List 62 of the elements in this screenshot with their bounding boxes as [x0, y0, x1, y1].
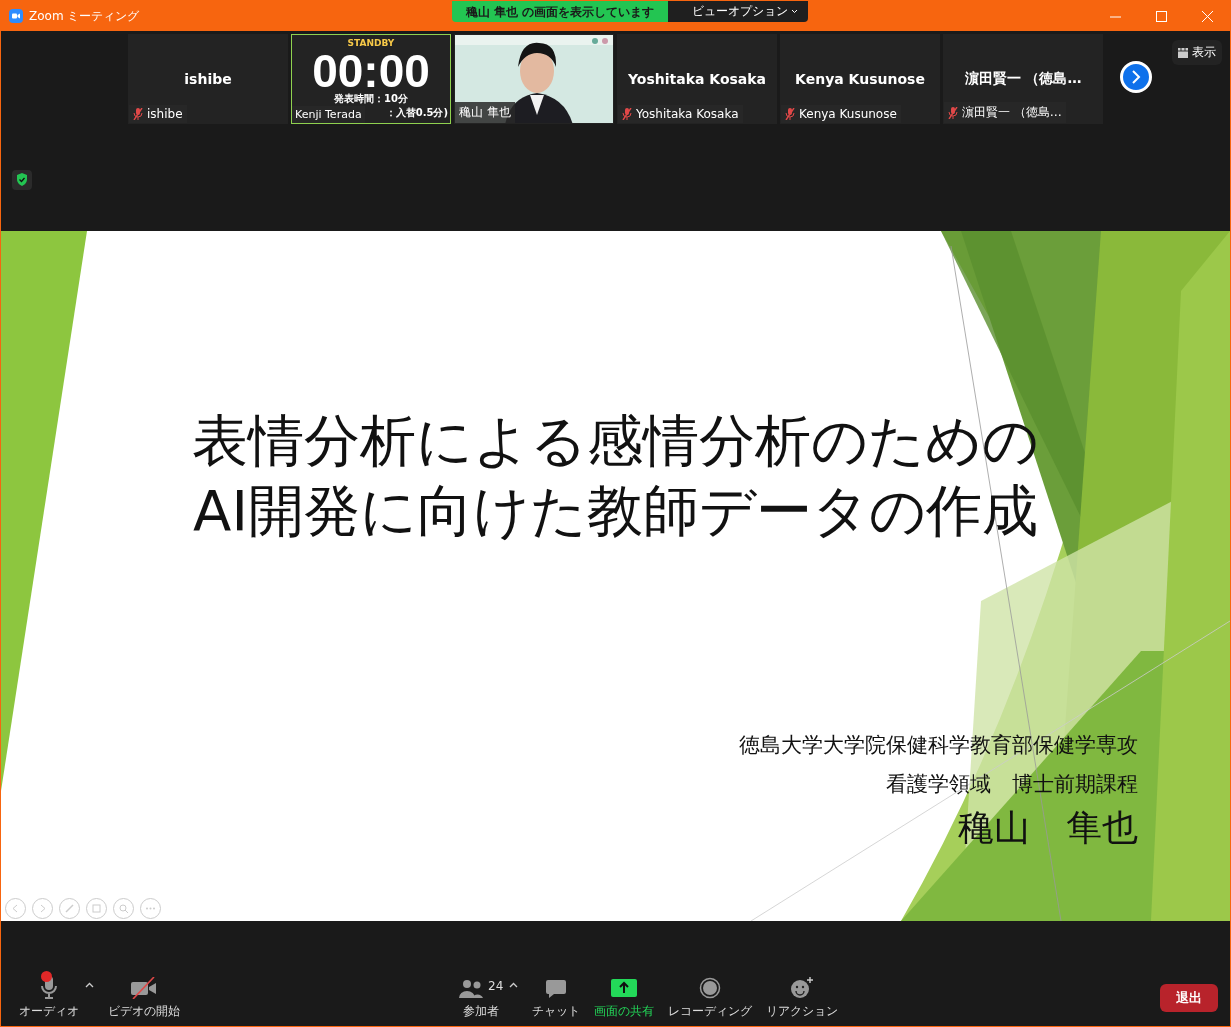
- reaction-button[interactable]: リアクション: [762, 977, 843, 1020]
- participant-label-text: 濵田賢一 （徳島…: [962, 104, 1062, 121]
- view-options-button[interactable]: ビューオプション: [668, 1, 809, 22]
- timer-status: STANDBY: [347, 37, 395, 49]
- timer-clock: 00:00: [312, 48, 430, 93]
- share-screen-icon: [611, 979, 638, 999]
- options-caret-button[interactable]: [85, 982, 94, 988]
- window-title: Zoom ミーティング: [29, 7, 140, 25]
- participant-label-text: Yoshitaka Kosaka: [636, 107, 739, 121]
- maximize-icon: [1155, 10, 1167, 22]
- muted-mic-icon: [622, 108, 632, 120]
- participant-label-text: Kenya Kusunose: [799, 107, 897, 121]
- chevron-right-icon: [1131, 70, 1141, 84]
- participant-name: 濵田賢一 （徳島…: [964, 70, 1082, 88]
- people-icon: [458, 979, 484, 999]
- grid-icon: [1178, 47, 1188, 58]
- next-page-button[interactable]: [1120, 61, 1152, 93]
- record-button[interactable]: レコーディング: [664, 977, 757, 1020]
- caret-icon: [85, 982, 94, 988]
- share-button[interactable]: 画面の共有: [590, 979, 659, 1020]
- sharing-banner: 穐山 隼也 の画面を表示しています: [452, 1, 669, 22]
- muted-mic-icon: [948, 106, 958, 119]
- participant-count: 24: [488, 979, 504, 993]
- participant-label-text: 穐山 隼也: [459, 104, 511, 121]
- participant-tile[interactable]: STANDBY 00:00 発表時間：10分 Kenji Terada ：入替0.5分): [291, 34, 451, 124]
- participant-tile[interactable]: Yoshitaka Kosaka Yoshitaka Kosaka: [617, 34, 777, 124]
- smiley-plus-icon: [790, 977, 815, 999]
- participant-name: ishibe: [184, 71, 232, 87]
- participant-label-text: ishibe: [147, 107, 183, 121]
- audio-button[interactable]: オーディオ: [15, 975, 83, 1020]
- affiliation-line: 看護学領域 博士前期課程: [886, 771, 1138, 798]
- pen-icon: [64, 903, 75, 914]
- view-button[interactable]: 表示: [1172, 40, 1222, 65]
- participant-tile[interactable]: 穐山 隼也: [454, 34, 614, 124]
- slide-title-line: AI開発に向けた教師データの作成: [193, 477, 1038, 545]
- chat-bubble-icon: [545, 979, 568, 999]
- participant-tile[interactable]: 濵田賢一 （徳島… 濵田賢一 （徳島…: [943, 34, 1103, 124]
- participant-label: Kenji Terada: [292, 106, 365, 123]
- options-caret-button[interactable]: [509, 982, 519, 988]
- close-icon: [1201, 10, 1213, 22]
- caret-icon: [509, 982, 519, 988]
- muted-mic-icon: [133, 108, 143, 120]
- presenter-name: 穐山 隼也: [958, 806, 1138, 850]
- video-button[interactable]: ビデオの開始: [104, 977, 184, 1020]
- magnifier-icon: [118, 903, 129, 914]
- affiliation-line: 徳島大学大学院保健科学教育部保健学専攻: [739, 732, 1138, 759]
- chat-button[interactable]: チャット: [528, 979, 585, 1020]
- muted-mic-icon: [785, 108, 795, 120]
- chevron-down-icon: [791, 9, 799, 14]
- participant-tile[interactable]: Kenya Kusunose Kenya Kusunose: [780, 34, 940, 124]
- timer-note: ：入替0.5分): [385, 106, 448, 120]
- participant-name: Yoshitaka Kosaka: [627, 71, 767, 87]
- camera-off-icon: [130, 977, 158, 999]
- record-icon: [699, 977, 722, 999]
- timer-note: 発表時間：10分: [334, 92, 408, 105]
- shield-icon[interactable]: [12, 170, 32, 190]
- participant-name: Kenya Kusunose: [795, 71, 925, 87]
- app-logo-icon: [9, 9, 23, 23]
- participant-tile[interactable]: ishibe ishibe: [128, 34, 288, 124]
- leave-button[interactable]: 退出: [1160, 984, 1218, 1012]
- slides-icon: [91, 903, 102, 914]
- participants-button[interactable]: 24 参加者: [454, 979, 508, 1020]
